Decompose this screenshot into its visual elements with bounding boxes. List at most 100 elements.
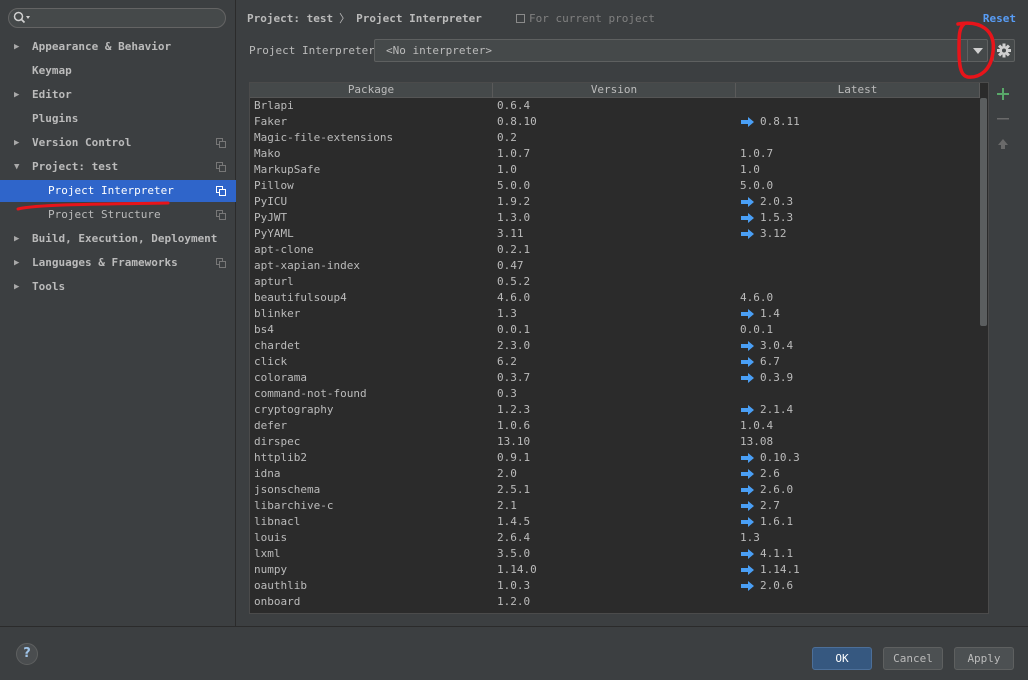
package-name-cell: httplib2 — [254, 451, 307, 464]
package-version-cell: 2.5.1 — [497, 483, 531, 496]
collapsed-arrow-icon[interactable]: ▶ — [14, 252, 19, 274]
table-row[interactable]: dirspec 13.10 13.08 — [250, 434, 980, 450]
sidebar-item-keymap[interactable]: Keymap — [0, 60, 236, 82]
package-latest-cell: 6.7 — [760, 355, 780, 368]
package-latest-cell: 0.0.1 — [740, 323, 774, 336]
package-version-cell: 0.3 — [497, 387, 517, 400]
package-version-cell: 1.3 — [497, 307, 517, 320]
package-version-cell: 2.3.0 — [497, 339, 531, 352]
table-row[interactable]: Pillow 5.0.0 5.0.0 — [250, 178, 980, 194]
package-latest-cell: 1.4 — [760, 307, 780, 320]
package-name-cell: apt-xapian-index — [254, 259, 360, 272]
package-version-cell: 2.1 — [497, 499, 517, 512]
settings-search-input[interactable] — [8, 8, 226, 28]
sidebar-item-tools[interactable]: ▶ Tools — [0, 276, 236, 298]
table-row[interactable]: blinker 1.3 1.4 — [250, 306, 980, 322]
table-row[interactable]: MarkupSafe 1.0 1.0 — [250, 162, 980, 178]
table-row[interactable]: defer 1.0.6 1.0.4 — [250, 418, 980, 434]
sidebar-item-version-control[interactable]: ▶ Version Control — [0, 132, 236, 154]
sidebar-item-plugins[interactable]: Plugins — [0, 108, 236, 130]
copy-icon — [216, 210, 226, 220]
package-latest-cell: 13.08 — [740, 435, 774, 448]
package-name-cell: libnacl — [254, 515, 301, 528]
package-version-cell: 3.11 — [497, 227, 524, 240]
column-header-version[interactable]: Version — [493, 83, 736, 98]
minus-icon[interactable] — [995, 111, 1011, 127]
help-icon[interactable]: ? — [16, 643, 38, 665]
table-row[interactable]: libnacl 1.4.5 1.6.1 — [250, 514, 980, 530]
table-row[interactable]: cryptography 1.2.3 2.1.4 — [250, 402, 980, 418]
package-version-cell: 2.0 — [497, 467, 517, 480]
package-name-cell: MarkupSafe — [254, 163, 321, 176]
upgrade-arrow-icon — [741, 517, 754, 527]
package-version-cell: 2.6.4 — [497, 531, 531, 544]
package-latest-cell: 2.6 — [760, 467, 780, 480]
copy-icon — [516, 14, 525, 23]
package-name-cell: PyICU — [254, 195, 288, 208]
sidebar-item-project-test[interactable]: ▼ Project: test — [0, 156, 236, 178]
collapsed-arrow-icon[interactable]: ▶ — [14, 132, 19, 154]
table-row[interactable]: Mako 1.0.7 1.0.7 — [250, 146, 980, 162]
table-row[interactable]: jsonschema 2.5.1 2.6.0 — [250, 482, 980, 498]
column-header-latest[interactable]: Latest — [736, 83, 980, 98]
package-version-cell: 6.2 — [497, 355, 517, 368]
table-row[interactable]: PyYAML 3.11 3.12 — [250, 226, 980, 242]
table-row[interactable]: numpy 1.14.0 1.14.1 — [250, 562, 980, 578]
breadcrumb-separator: 〉 — [339, 12, 351, 25]
collapsed-arrow-icon[interactable]: ▶ — [14, 276, 19, 298]
sidebar-item-build-execution-deployment[interactable]: ▶ Build, Execution, Deployment — [0, 228, 236, 250]
copy-icon — [216, 138, 226, 148]
copy-icon — [216, 186, 226, 196]
table-row[interactable]: chardet 2.3.0 3.0.4 — [250, 338, 980, 354]
column-header-package[interactable]: Package — [250, 83, 493, 98]
table-row[interactable]: idna 2.0 2.6 — [250, 466, 980, 482]
collapsed-arrow-icon[interactable]: ▶ — [14, 228, 19, 250]
table-row[interactable]: libarchive-c 2.1 2.7 — [250, 498, 980, 514]
red-circle-annotation — [956, 21, 996, 79]
table-row[interactable]: httplib2 0.9.1 0.10.3 — [250, 450, 980, 466]
table-row[interactable]: Faker 0.8.10 0.8.11 — [250, 114, 980, 130]
table-row[interactable]: Magic-file-extensions 0.2 — [250, 130, 980, 146]
breadcrumb-project: Project: test — [247, 12, 334, 25]
table-row[interactable]: command-not-found 0.3 — [250, 386, 980, 402]
package-latest-cell: 1.3 — [740, 531, 760, 544]
upgrade-arrow-icon — [741, 549, 754, 559]
package-name-cell: louis — [254, 531, 288, 544]
table-row[interactable]: louis 2.6.4 1.3 — [250, 530, 980, 546]
table-row[interactable]: oauthlib 1.0.3 2.0.6 — [250, 578, 980, 594]
package-latest-cell: 3.12 — [760, 227, 787, 240]
upgrade-icon[interactable] — [995, 136, 1011, 152]
table-row[interactable]: apt-clone 0.2.1 — [250, 242, 980, 258]
apply-button[interactable]: Apply — [954, 647, 1014, 670]
package-latest-cell: 3.0.4 — [760, 339, 794, 352]
sidebar-item-appearance-behavior[interactable]: ▶ Appearance & Behavior — [0, 36, 236, 58]
table-row[interactable]: apt-xapian-index 0.47 — [250, 258, 980, 274]
table-row[interactable]: onboard 1.2.0 — [250, 594, 980, 610]
table-scrollbar-thumb[interactable] — [980, 98, 987, 326]
table-row[interactable]: PyJWT 1.3.0 1.5.3 — [250, 210, 980, 226]
ok-button[interactable]: OK — [812, 647, 872, 670]
table-row[interactable]: Brlapi 0.6.4 — [250, 98, 980, 114]
expanded-arrow-icon[interactable]: ▼ — [14, 156, 19, 178]
table-row[interactable]: PyICU 1.9.2 2.0.3 — [250, 194, 980, 210]
table-row[interactable]: bs4 0.0.1 0.0.1 — [250, 322, 980, 338]
package-version-cell: 0.2 — [497, 131, 517, 144]
table-row[interactable]: click 6.2 6.7 — [250, 354, 980, 370]
collapsed-arrow-icon[interactable]: ▶ — [14, 84, 19, 106]
package-name-cell: Pillow — [254, 179, 294, 192]
collapsed-arrow-icon[interactable]: ▶ — [14, 36, 19, 58]
upgrade-arrow-icon — [741, 581, 754, 591]
package-name-cell: lxml — [254, 547, 281, 560]
plus-icon[interactable] — [995, 86, 1011, 102]
interpreter-select[interactable]: <No interpreter> — [374, 39, 988, 62]
sidebar-item-editor[interactable]: ▶ Editor — [0, 84, 236, 106]
package-name-cell: blinker — [254, 307, 301, 320]
cancel-button[interactable]: Cancel — [883, 647, 943, 670]
table-row[interactable]: colorama 0.3.7 0.3.9 — [250, 370, 980, 386]
sidebar-item-label: Languages & Frameworks — [32, 256, 178, 269]
table-row[interactable]: apturl 0.5.2 — [250, 274, 980, 290]
sidebar-item-languages-frameworks[interactable]: ▶ Languages & Frameworks — [0, 252, 236, 274]
table-row[interactable]: lxml 3.5.0 4.1.1 — [250, 546, 980, 562]
table-row[interactable]: beautifulsoup4 4.6.0 4.6.0 — [250, 290, 980, 306]
package-name-cell: PyJWT — [254, 211, 288, 224]
